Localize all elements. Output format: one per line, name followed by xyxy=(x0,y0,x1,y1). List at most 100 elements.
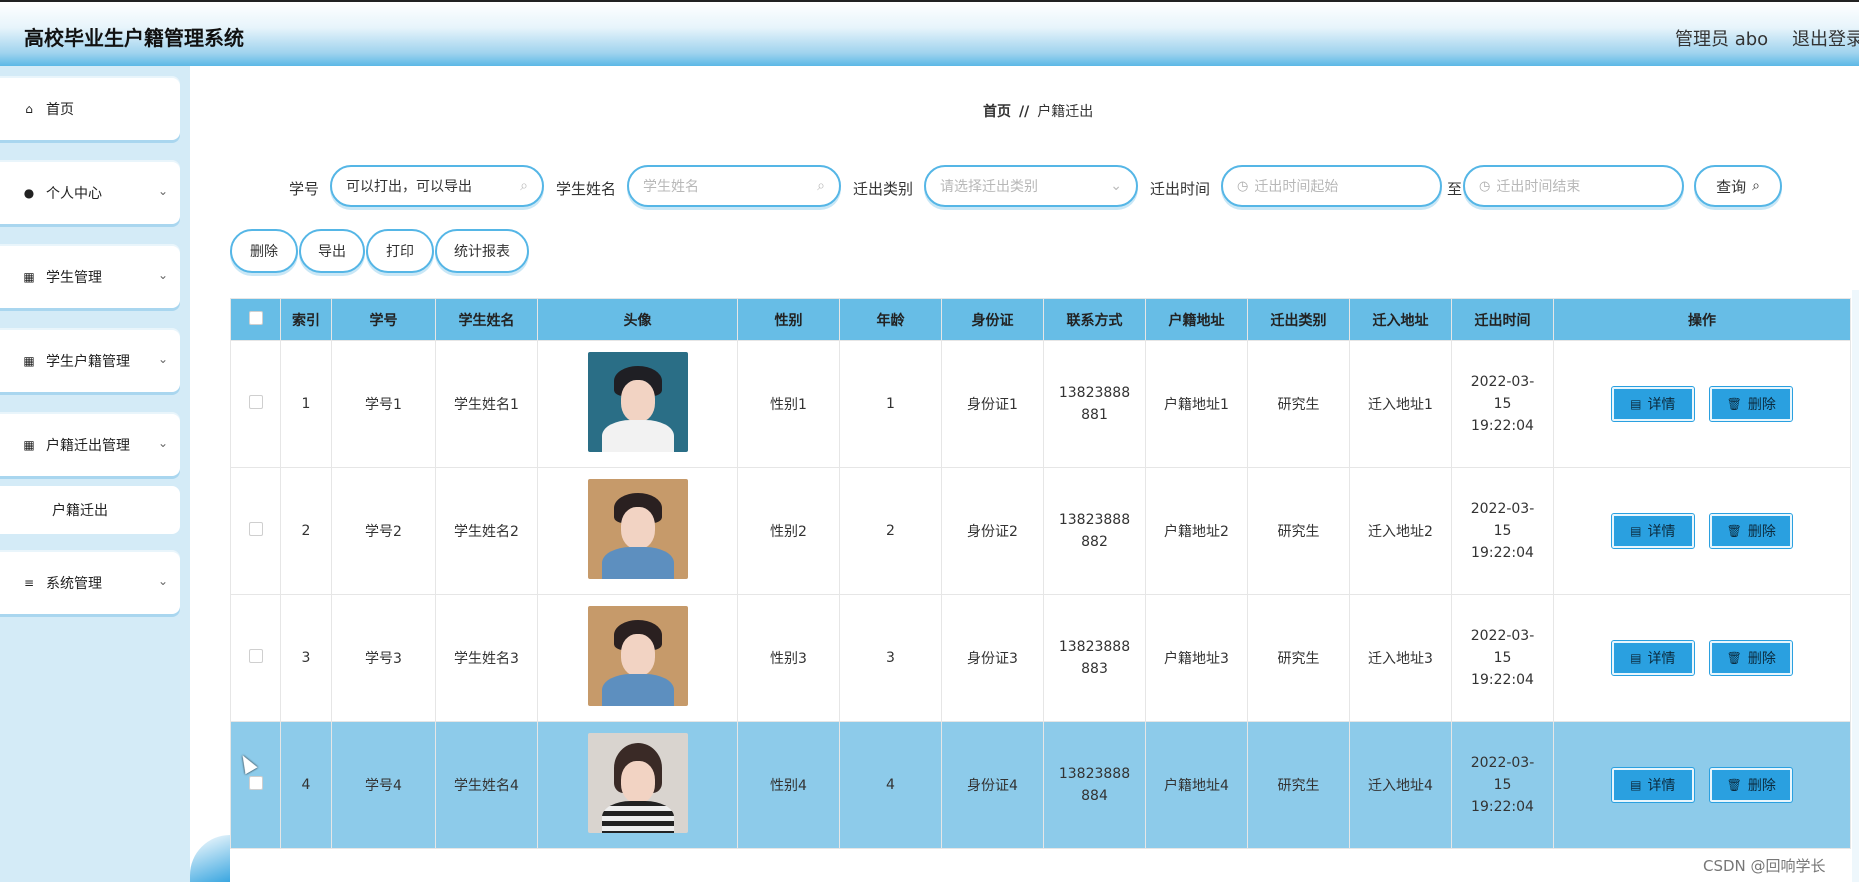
detail-button[interactable]: ▤ 详情 xyxy=(1610,767,1695,803)
avatar xyxy=(587,352,688,452)
column-header: 迁入地址 xyxy=(1349,298,1452,341)
cell-age: 4 xyxy=(839,721,942,849)
cell-xuehao: 学号3 xyxy=(331,594,436,722)
cell-xuehao: 学号4 xyxy=(331,721,436,849)
detail-button[interactable]: ▤ 详情 xyxy=(1610,386,1695,422)
cell-gender: 性别3 xyxy=(737,594,840,722)
xuehao-label: 学号 xyxy=(289,180,320,198)
table-header-row: 索引 学号 学生姓名 头像 性别 年龄 身份证 联系方式 户籍地址 迁出类别 迁… xyxy=(230,298,1851,341)
sidebar-item-household-moveout-management[interactable]: ▦ 户籍迁出管理 ⌄ xyxy=(0,414,180,476)
cell-type: 研究生 xyxy=(1247,721,1350,849)
row-delete-button[interactable]: 🗑 删除 xyxy=(1709,640,1794,676)
cell-time: 2022-03-15 19:22:04 xyxy=(1451,594,1554,722)
column-header: 头像 xyxy=(537,298,738,341)
query-label: 查询 xyxy=(1716,177,1747,196)
table-row: 1 学号1 学生姓名1 性别1 1 身份证1 13823888881 户籍地址1… xyxy=(230,340,1851,468)
grid-icon: ▦ xyxy=(23,438,35,452)
cell-name: 学生姓名3 xyxy=(435,594,538,722)
sidebar-item-label: 系统管理 xyxy=(46,576,102,592)
breadcrumb-current: 户籍迁出 xyxy=(1037,104,1094,120)
cell-id: 身份证2 xyxy=(941,467,1044,595)
row-checkbox[interactable] xyxy=(248,395,263,409)
cell-id: 身份证3 xyxy=(941,594,1044,722)
cell-type: 研究生 xyxy=(1247,340,1350,468)
row-delete-button[interactable]: 🗑 删除 xyxy=(1709,386,1794,422)
table-row: 2 学号2 学生姓名2 性别2 2 身份证2 13823888882 户籍地址2… xyxy=(230,467,1851,595)
cell-name: 学生姓名2 xyxy=(435,467,538,595)
sidebar-item-student-management[interactable]: ▦ 学生管理 ⌄ xyxy=(0,246,180,308)
document-icon: ▤ xyxy=(1630,778,1642,792)
cell-time: 2022-03-15 19:22:04 xyxy=(1451,721,1554,849)
cell-to-address: 迁入地址2 xyxy=(1349,467,1452,595)
sidebar-item-home[interactable]: ⌂ 首页 xyxy=(0,78,180,140)
user-icon: ● xyxy=(23,186,35,200)
select-all-checkbox-cell[interactable] xyxy=(230,298,281,341)
column-header: 身份证 xyxy=(941,298,1044,341)
cell-time: 2022-03-15 19:22:04 xyxy=(1451,340,1554,468)
logout-link[interactable]: 退出登录 xyxy=(1792,25,1859,51)
select-all-checkbox[interactable] xyxy=(248,310,263,325)
sidebar-item-student-household[interactable]: ▦ 学生户籍管理 ⌄ xyxy=(0,330,180,392)
trash-icon: 🗑 xyxy=(1726,397,1742,411)
delete-button[interactable]: 删除 xyxy=(230,229,298,273)
sidebar-item-personal-center[interactable]: ● 个人中心 ⌄ xyxy=(0,162,180,224)
cell-time: 2022-03-15 19:22:04 xyxy=(1451,467,1554,595)
sidebar-item-label: 个人中心 xyxy=(46,186,102,202)
cell-gender: 性别1 xyxy=(737,340,840,468)
moveout-type-select[interactable]: 请选择迁出类别 ⌄ xyxy=(924,165,1138,207)
row-checkbox[interactable] xyxy=(248,649,263,663)
column-header: 迁出时间 xyxy=(1451,298,1554,341)
search-icon: ⌕ xyxy=(1752,178,1760,194)
avatar xyxy=(587,479,688,579)
cell-id: 身份证4 xyxy=(941,721,1044,849)
trash-icon: 🗑 xyxy=(1726,524,1742,538)
sliders-icon: ≡ xyxy=(23,576,35,590)
cell-phone: 13823888883 xyxy=(1043,594,1146,722)
row-checkbox[interactable] xyxy=(248,776,263,790)
query-button[interactable]: 查询 ⌕ xyxy=(1694,165,1782,207)
sidebar-item-label: 户籍迁出管理 xyxy=(46,438,130,454)
cell-type: 研究生 xyxy=(1247,594,1350,722)
detail-button[interactable]: ▤ 详情 xyxy=(1610,640,1695,676)
sidebar-item-label: 学生户籍管理 xyxy=(46,354,130,370)
student-name-input[interactable]: 学生姓名 ⌕ xyxy=(627,165,841,207)
table-row: 3 学号3 学生姓名3 性别3 3 身份证3 13823888883 户籍地址3… xyxy=(230,594,1851,722)
export-button[interactable]: 导出 xyxy=(299,229,365,273)
search-icon: ⌕ xyxy=(520,178,528,194)
column-header: 学生姓名 xyxy=(435,298,538,341)
cell-phone: 13823888882 xyxy=(1043,467,1146,595)
cell-actions: ▤ 详情 🗑 删除 xyxy=(1553,340,1851,468)
cell-to-address: 迁入地址3 xyxy=(1349,594,1452,722)
breadcrumb: 首页 // 户籍迁出 xyxy=(983,101,1093,121)
cell-type: 研究生 xyxy=(1247,467,1350,595)
xuehao-input[interactable]: 可以打出，可以导出 ⌕ xyxy=(330,165,544,207)
document-icon: ▤ xyxy=(1630,397,1642,411)
student-name-label: 学生姓名 xyxy=(556,180,617,198)
sidebar: ⌂ 首页 ● 个人中心 ⌄ ▦ 学生管理 ⌄ ▦ 学生户籍管理 ⌄ ▦ 户籍迁出… xyxy=(0,66,190,882)
avatar xyxy=(587,606,688,706)
cell-index: 4 xyxy=(280,721,332,849)
cell-address: 户籍地址1 xyxy=(1145,340,1248,468)
column-header: 操作 xyxy=(1553,298,1851,341)
detail-button[interactable]: ▤ 详情 xyxy=(1610,513,1695,549)
report-button[interactable]: 统计报表 xyxy=(435,229,529,273)
scrollbar[interactable] xyxy=(1852,290,1859,882)
moveout-time-start-input[interactable]: ◷ 迁出时间起始 xyxy=(1221,165,1442,207)
row-delete-button[interactable]: 🗑 删除 xyxy=(1709,767,1794,803)
student-name-placeholder: 学生姓名 xyxy=(643,179,699,195)
row-checkbox[interactable] xyxy=(248,522,263,536)
moveout-time-end-input[interactable]: ◷ 迁出时间结束 xyxy=(1463,165,1684,207)
cell-gender: 性别4 xyxy=(737,721,840,849)
moveout-type-label: 迁出类别 xyxy=(853,180,914,198)
moveout-time-label: 迁出时间 xyxy=(1150,180,1211,198)
cell-address: 户籍地址2 xyxy=(1145,467,1248,595)
print-button[interactable]: 打印 xyxy=(366,229,434,273)
to-label: 至 xyxy=(1447,180,1463,198)
sidebar-subitem-household-moveout[interactable]: 户籍迁出 xyxy=(0,486,180,534)
sidebar-item-system-management[interactable]: ≡ 系统管理 ⌄ xyxy=(0,552,180,614)
chevron-down-icon: ⌄ xyxy=(1110,178,1122,194)
breadcrumb-home[interactable]: 首页 xyxy=(983,104,1011,120)
cell-index: 3 xyxy=(280,594,332,722)
cell-age: 2 xyxy=(839,467,942,595)
row-delete-button[interactable]: 🗑 删除 xyxy=(1709,513,1794,549)
